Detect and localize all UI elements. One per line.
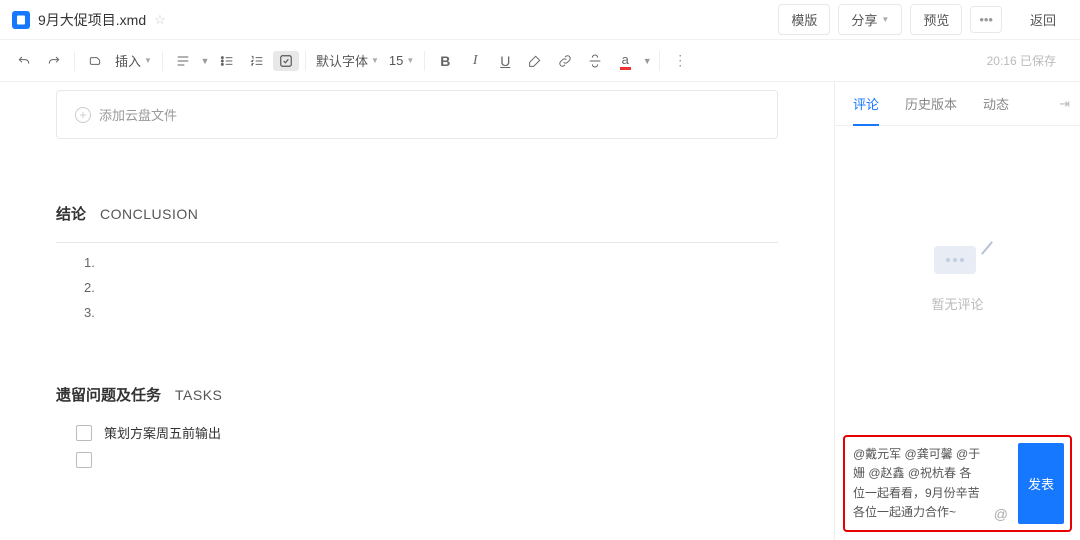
- divider: [56, 242, 778, 243]
- task-label[interactable]: 策划方案周五前输出: [104, 423, 221, 442]
- task-list[interactable]: 策划方案周五前输出: [56, 423, 778, 468]
- task-checkbox[interactable]: [76, 425, 92, 441]
- file-title[interactable]: 9月大促项目.xmd: [38, 10, 146, 30]
- checklist-icon[interactable]: [273, 51, 299, 71]
- empty-comments-state: 暂无评论: [835, 126, 1080, 427]
- redo-icon[interactable]: [40, 47, 68, 75]
- font-color-icon[interactable]: a: [611, 47, 639, 75]
- titlebar: 9月大促项目.xmd ☆ 模版 分享▼ 预览 ••• 返回: [0, 0, 1080, 40]
- expand-sidebar-icon[interactable]: ⇥: [1059, 96, 1070, 112]
- font-size-dropdown[interactable]: 15▼: [385, 53, 418, 68]
- add-cloud-file-block[interactable]: + 添加云盘文件: [56, 90, 778, 139]
- share-button[interactable]: 分享▼: [838, 4, 902, 35]
- format-painter-icon[interactable]: [81, 47, 109, 75]
- save-status: 20:16 已保存: [987, 52, 1056, 69]
- conclusion-heading: 结论 CONCLUSION: [56, 203, 778, 224]
- tasks-heading: 遗留问题及任务 TASKS: [56, 384, 778, 405]
- link-icon[interactable]: [551, 47, 579, 75]
- mention-button[interactable]: @: [990, 504, 1012, 524]
- numbered-list-icon[interactable]: [243, 47, 271, 75]
- list-item[interactable]: 3.: [84, 305, 778, 320]
- list-item[interactable]: 2.: [84, 280, 778, 295]
- tab-comments[interactable]: 评论: [845, 82, 887, 126]
- sidebar-tabs: 评论 历史版本 动态 ⇥: [835, 82, 1080, 126]
- task-checkbox[interactable]: [76, 452, 92, 468]
- undo-icon[interactable]: [10, 47, 38, 75]
- bold-icon[interactable]: B: [431, 47, 459, 75]
- bullet-list-icon[interactable]: [213, 47, 241, 75]
- insert-dropdown[interactable]: 插入▼: [111, 51, 156, 70]
- toolbar-more-icon[interactable]: ⋮: [666, 47, 694, 75]
- star-icon[interactable]: ☆: [154, 12, 166, 28]
- strikethrough-icon[interactable]: [581, 47, 609, 75]
- align-chevron-icon[interactable]: ▼: [199, 47, 211, 75]
- plus-circle-icon: +: [75, 107, 91, 123]
- italic-icon[interactable]: I: [461, 47, 489, 75]
- comment-composer[interactable]: @戴元军 @龚可馨 @于姗 @赵鑫 @祝杭春 各位一起看看，9月份辛苦各位一起通…: [843, 435, 1072, 532]
- task-row[interactable]: [76, 452, 778, 468]
- add-cloud-file-label: 添加云盘文件: [99, 105, 177, 124]
- underline-icon[interactable]: U: [491, 47, 519, 75]
- comment-input[interactable]: @戴元军 @龚可馨 @于姗 @赵鑫 @祝杭春 各位一起看看，9月份辛苦各位一起通…: [851, 443, 984, 524]
- tab-activity[interactable]: 动态: [975, 82, 1017, 126]
- font-family-dropdown[interactable]: 默认字体▼: [312, 51, 383, 70]
- highlight-icon[interactable]: [521, 47, 549, 75]
- font-color-chevron-icon[interactable]: ▼: [641, 47, 653, 75]
- return-link[interactable]: 返回: [1018, 5, 1068, 34]
- file-type-icon: [12, 11, 30, 29]
- tab-history[interactable]: 历史版本: [897, 82, 965, 126]
- editor-canvas[interactable]: + 添加云盘文件 结论 CONCLUSION 1. 2. 3. 遗留问题及任务 …: [0, 82, 834, 540]
- submit-comment-button[interactable]: 发表: [1018, 443, 1064, 524]
- empty-text: 暂无评论: [931, 294, 983, 313]
- preview-button[interactable]: 预览: [910, 4, 962, 35]
- align-icon[interactable]: [169, 47, 197, 75]
- task-row[interactable]: 策划方案周五前输出: [76, 423, 778, 442]
- empty-illustration-icon: [928, 240, 988, 282]
- template-button[interactable]: 模版: [778, 4, 830, 35]
- more-button[interactable]: •••: [970, 6, 1002, 33]
- conclusion-list[interactable]: 1. 2. 3.: [56, 255, 778, 320]
- right-sidebar: 评论 历史版本 动态 ⇥ 暂无评论 @戴元军 @龚可馨 @于姗 @赵鑫 @祝杭春…: [834, 82, 1080, 540]
- toolbar: 插入▼ ▼ 默认字体▼ 15▼ B I U a ▼ ⋮ 20:16 已保存: [0, 40, 1080, 82]
- list-item[interactable]: 1.: [84, 255, 778, 270]
